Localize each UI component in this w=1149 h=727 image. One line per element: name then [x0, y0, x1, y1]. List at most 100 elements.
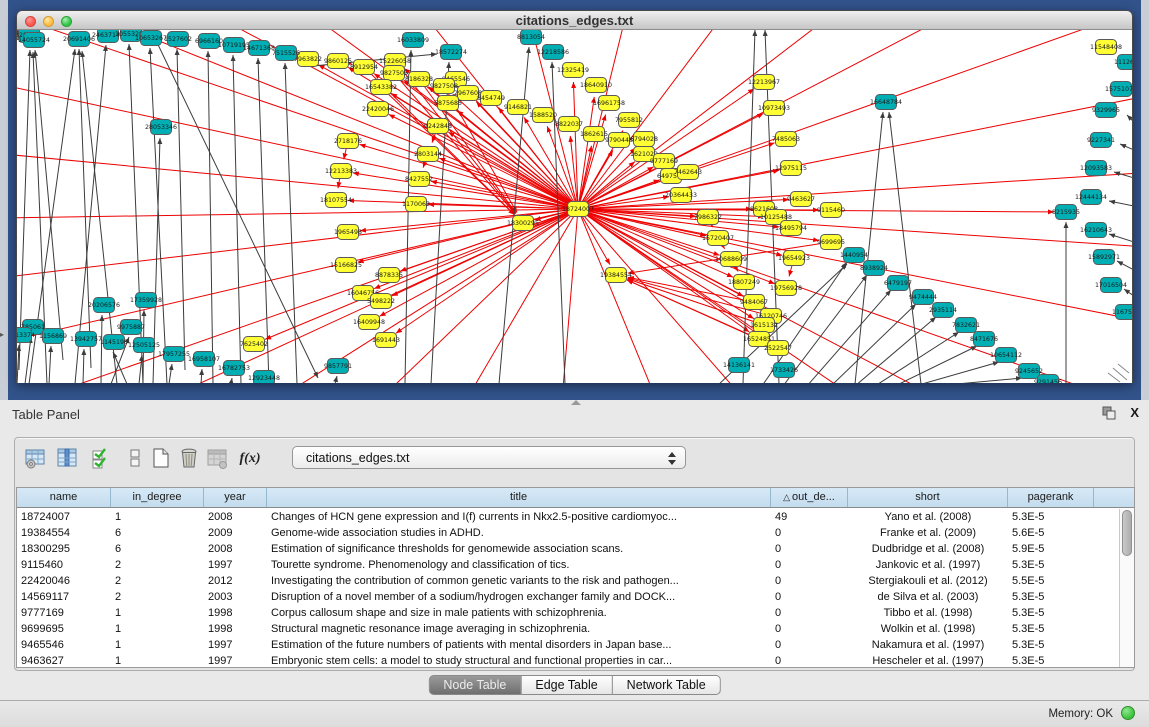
network-node[interactable]: 8813054 — [517, 30, 545, 45]
close-panel-button[interactable]: X — [1130, 405, 1139, 420]
network-node[interactable]: 12975115 — [775, 161, 807, 176]
network-node[interactable]: 9291456 — [1034, 375, 1062, 384]
network-node[interactable]: 7515526 — [272, 46, 300, 61]
network-node[interactable]: 9115460 — [817, 203, 845, 218]
table-settings-button[interactable] — [21, 444, 49, 472]
network-node[interactable]: 7832621 — [952, 318, 980, 333]
network-node[interactable]: 7462643 — [674, 165, 702, 180]
network-node[interactable]: 2522547 — [764, 341, 792, 356]
table-row[interactable]: 1456911722003Disruption of a novel membe… — [17, 589, 1119, 605]
network-node[interactable]: 12325419 — [557, 63, 589, 78]
network-node[interactable]: 10654112 — [990, 348, 1022, 363]
network-node[interactable]: 1440954 — [840, 248, 868, 263]
network-node[interactable]: 16033809 — [397, 33, 429, 48]
network-node[interactable]: 18300295 — [507, 216, 539, 231]
network-canvas[interactable]: 1872400718300295193845547963822986012589… — [17, 30, 1132, 383]
table-row[interactable]: 1830029562008Estimation of significance … — [17, 541, 1119, 557]
network-node[interactable]: 15892971 — [1088, 250, 1120, 265]
table-row[interactable]: 911546021997Tourette syndrome. Phenomeno… — [17, 557, 1119, 573]
network-node[interactable]: 8938924 — [860, 261, 888, 276]
column-header-title[interactable]: title — [267, 488, 771, 507]
table-row[interactable]: 1872400712008Changes of HCN gene express… — [17, 509, 1119, 525]
network-node[interactable]: 7986322 — [694, 210, 722, 225]
network-node[interactable]: 9860125 — [324, 54, 352, 69]
network-node[interactable]: 9242848 — [424, 119, 452, 134]
network-node[interactable]: 8186328 — [405, 72, 433, 87]
column-header-year[interactable]: year — [204, 488, 267, 507]
network-node[interactable]: 9484067 — [740, 295, 768, 310]
network-node[interactable]: 9146821 — [504, 100, 532, 115]
network-node[interactable]: 16648784 — [870, 95, 902, 110]
column-header-pagerank[interactable]: pagerank — [1008, 488, 1094, 507]
table-row[interactable]: 977716911998Corpus callosum shape and si… — [17, 605, 1119, 621]
panel-drag-handle[interactable] — [571, 400, 581, 405]
network-node[interactable]: 9474444 — [909, 290, 937, 305]
network-node[interactable]: 8878335 — [375, 268, 403, 283]
delete-table-button[interactable] — [203, 444, 231, 472]
show-column-button[interactable] — [53, 444, 81, 472]
new-table-button[interactable] — [147, 444, 175, 472]
network-node[interactable]: 16409948 — [353, 315, 385, 330]
network-node[interactable]: 10688609 — [715, 252, 747, 267]
network-node[interactable]: 16958107 — [188, 352, 220, 367]
column-header-in_degree[interactable]: in_degree — [111, 488, 204, 507]
network-node[interactable]: 6479197 — [884, 276, 912, 291]
network-node[interactable]: 13942757 — [70, 332, 102, 347]
network-node[interactable]: 12093583 — [1080, 161, 1112, 176]
network-node[interactable]: 20206576 — [88, 298, 120, 313]
network-node[interactable]: 2718176 — [334, 134, 362, 149]
delete-columns-button[interactable] — [175, 444, 203, 472]
scrollbar-thumb[interactable] — [1122, 510, 1132, 556]
network-node[interactable]: 16961758 — [593, 96, 625, 111]
network-node[interactable]: 7625402 — [240, 337, 268, 352]
network-node[interactable]: 16210643 — [1080, 223, 1112, 238]
network-node[interactable]: 2803144 — [414, 147, 442, 162]
float-panel-button[interactable] — [1102, 406, 1117, 421]
tab-edge-table[interactable]: Edge Table — [521, 675, 612, 695]
network-node[interactable]: 6794028 — [630, 132, 658, 147]
network-node[interactable]: 1527602 — [164, 32, 192, 47]
table-row[interactable]: 946554611997Estimation of the future num… — [17, 637, 1119, 653]
network-node[interactable]: 8822037 — [555, 117, 583, 132]
network-node[interactable]: 18572274 — [435, 45, 467, 60]
tab-node-table[interactable]: Node Table — [428, 675, 521, 695]
network-node[interactable]: 8215935 — [1052, 205, 1080, 220]
network-node[interactable]: 9329965 — [1092, 103, 1120, 118]
network-node[interactable]: 9790448 — [605, 133, 633, 148]
network-node[interactable]: 9463627 — [787, 192, 815, 207]
network-node[interactable]: 1862615 — [580, 127, 608, 142]
network-node[interactable]: 12444134 — [1075, 190, 1107, 205]
network-node[interactable]: 15751074 — [1105, 82, 1132, 97]
network-node[interactable]: 5875685 — [434, 96, 462, 111]
network-node[interactable]: 8471676 — [970, 332, 998, 347]
network-node[interactable]: 1691443 — [372, 333, 400, 348]
network-node[interactable]: 12505125 — [128, 338, 160, 353]
select-columns-button[interactable] — [87, 444, 115, 472]
network-node[interactable]: 12923448 — [248, 371, 280, 384]
network-node[interactable]: 9827505 — [380, 66, 408, 81]
network-node[interactable]: 9857791 — [324, 359, 352, 374]
network-file-select[interactable]: citations_edges.txt — [292, 446, 686, 469]
network-node[interactable]: 9975887 — [117, 320, 145, 335]
tab-network-table[interactable]: Network Table — [613, 675, 721, 695]
network-node[interactable]: 18107554 — [320, 193, 352, 208]
network-node[interactable]: 11548408 — [1090, 40, 1122, 55]
network-node[interactable]: 1965498 — [334, 225, 362, 240]
network-node[interactable]: 9227341 — [1087, 133, 1115, 148]
network-node[interactable]: 17359928 — [130, 293, 162, 308]
network-node[interactable]: 1156869 — [39, 329, 67, 344]
network-node[interactable]: 7955812 — [615, 113, 643, 128]
network-node[interactable]: 9777169 — [650, 154, 678, 169]
table-row[interactable]: 1938455462009Genome-wide association stu… — [17, 525, 1119, 541]
network-node[interactable]: 5498222 — [367, 294, 395, 309]
network-node[interactable]: 1615132 — [750, 318, 778, 333]
network-node[interactable]: 2935114 — [929, 303, 957, 318]
network-node[interactable]: 14136141 — [723, 358, 755, 373]
network-node[interactable]: 1588520 — [529, 108, 557, 123]
network-node[interactable]: 1170062 — [402, 197, 430, 212]
network-node[interactable]: 1167533 — [1112, 305, 1132, 320]
column-header-short[interactable]: short — [848, 488, 1008, 507]
network-node[interactable]: 16543382 — [365, 80, 397, 95]
network-node[interactable]: 20364433 — [665, 188, 697, 203]
network-node[interactable]: 20691406 — [63, 32, 95, 47]
